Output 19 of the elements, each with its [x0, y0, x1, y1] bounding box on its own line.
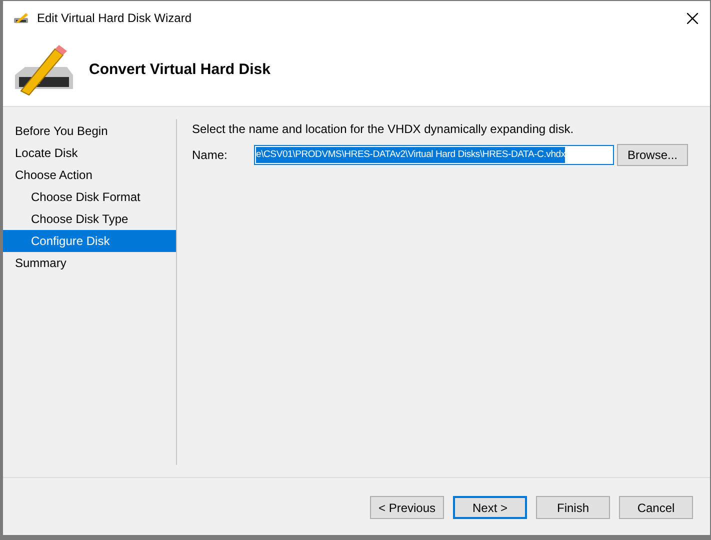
browse-button[interactable]: Browse...	[617, 144, 688, 166]
window-title: Edit Virtual Hard Disk Wizard	[37, 10, 192, 27]
nav-item[interactable]: Choose Disk Format	[3, 186, 176, 208]
name-field[interactable]: e\CSV01\PRODVMS\HRES-DATAv2\Virtual Hard Disks\HRES-DATA-C.vhdx	[254, 145, 614, 165]
close-icon[interactable]	[687, 12, 698, 24]
nav-item[interactable]: Before You Begin	[3, 120, 176, 142]
wizard-button[interactable]: Finish	[536, 496, 610, 519]
nav-item[interactable]: Locate Disk	[3, 142, 176, 164]
wizard-button[interactable]: < Previous	[370, 496, 444, 519]
wizard-button[interactable]: Next >	[453, 496, 527, 519]
name-label: Name:	[192, 147, 228, 164]
nav-item[interactable]: Choose Disk Type	[3, 208, 176, 230]
wizard-button[interactable]: Cancel	[619, 496, 693, 519]
page-heading: Convert Virtual Hard Disk	[89, 60, 270, 80]
disk-pencil-icon	[13, 12, 29, 24]
nav-item[interactable]: Summary	[3, 252, 176, 274]
nav-item[interactable]: Choose Action	[3, 164, 176, 186]
instruction-text: Select the name and location for the VHDX dynamically expanding disk.	[192, 121, 575, 138]
nav-item[interactable]: Configure Disk	[3, 230, 176, 252]
